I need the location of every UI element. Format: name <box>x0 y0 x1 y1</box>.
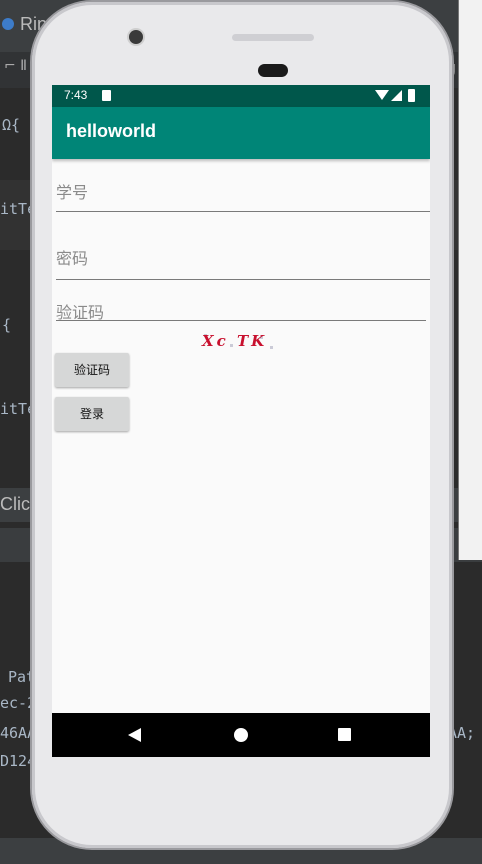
code-fragment: { <box>2 316 12 334</box>
battery-icon <box>408 89 415 102</box>
navigation-bar <box>52 713 430 757</box>
password-field[interactable]: 密码 <box>56 239 430 281</box>
signal-icon <box>391 90 402 101</box>
app-screen: 7:43 helloworld 学号 密码 验证码 Xc TK 验证码 登录 <box>52 85 430 757</box>
captcha-image[interactable]: Xc TK <box>202 332 278 352</box>
back-icon[interactable] <box>128 728 141 742</box>
code-fragment: 46AA <box>0 724 37 742</box>
front-camera <box>129 30 143 44</box>
code-fragment: itTe <box>0 400 37 418</box>
ide-tool-icon[interactable]: ⌐ Ⅱ <box>4 58 27 74</box>
student-id-hint: 学号 <box>56 183 89 202</box>
field-underline <box>56 211 430 212</box>
ide-side-panel <box>458 0 482 560</box>
recents-icon[interactable] <box>338 728 351 741</box>
captcha-field[interactable]: 验证码 <box>56 295 426 323</box>
login-button[interactable]: 登录 <box>55 397 129 431</box>
status-time: 7:43 <box>64 88 88 102</box>
home-icon[interactable] <box>234 728 248 742</box>
get-captcha-button[interactable]: 验证码 <box>55 353 129 387</box>
student-id-field[interactable]: 学号 <box>56 173 430 213</box>
app-bar: helloworld <box>52 107 430 159</box>
code-fragment: ec-2 <box>0 694 37 712</box>
password-hint: 密码 <box>56 249 89 268</box>
code-fragment: D124 <box>0 752 37 770</box>
field-underline <box>56 279 430 280</box>
captcha-text: Xc TK <box>202 332 268 350</box>
app-title: helloworld <box>66 121 156 141</box>
code-fragment: Ω{ <box>2 116 21 134</box>
field-underline <box>56 320 426 321</box>
code-fragment: itTe <box>0 200 37 218</box>
file-type-icon <box>2 18 14 30</box>
status-bar: 7:43 <box>52 85 430 107</box>
sd-card-icon <box>102 90 111 101</box>
earpiece-speaker <box>232 34 314 41</box>
wifi-icon <box>375 90 389 100</box>
proximity-sensor <box>258 64 288 77</box>
captcha-noise <box>270 346 273 349</box>
code-fragment: AA; <box>448 724 476 742</box>
